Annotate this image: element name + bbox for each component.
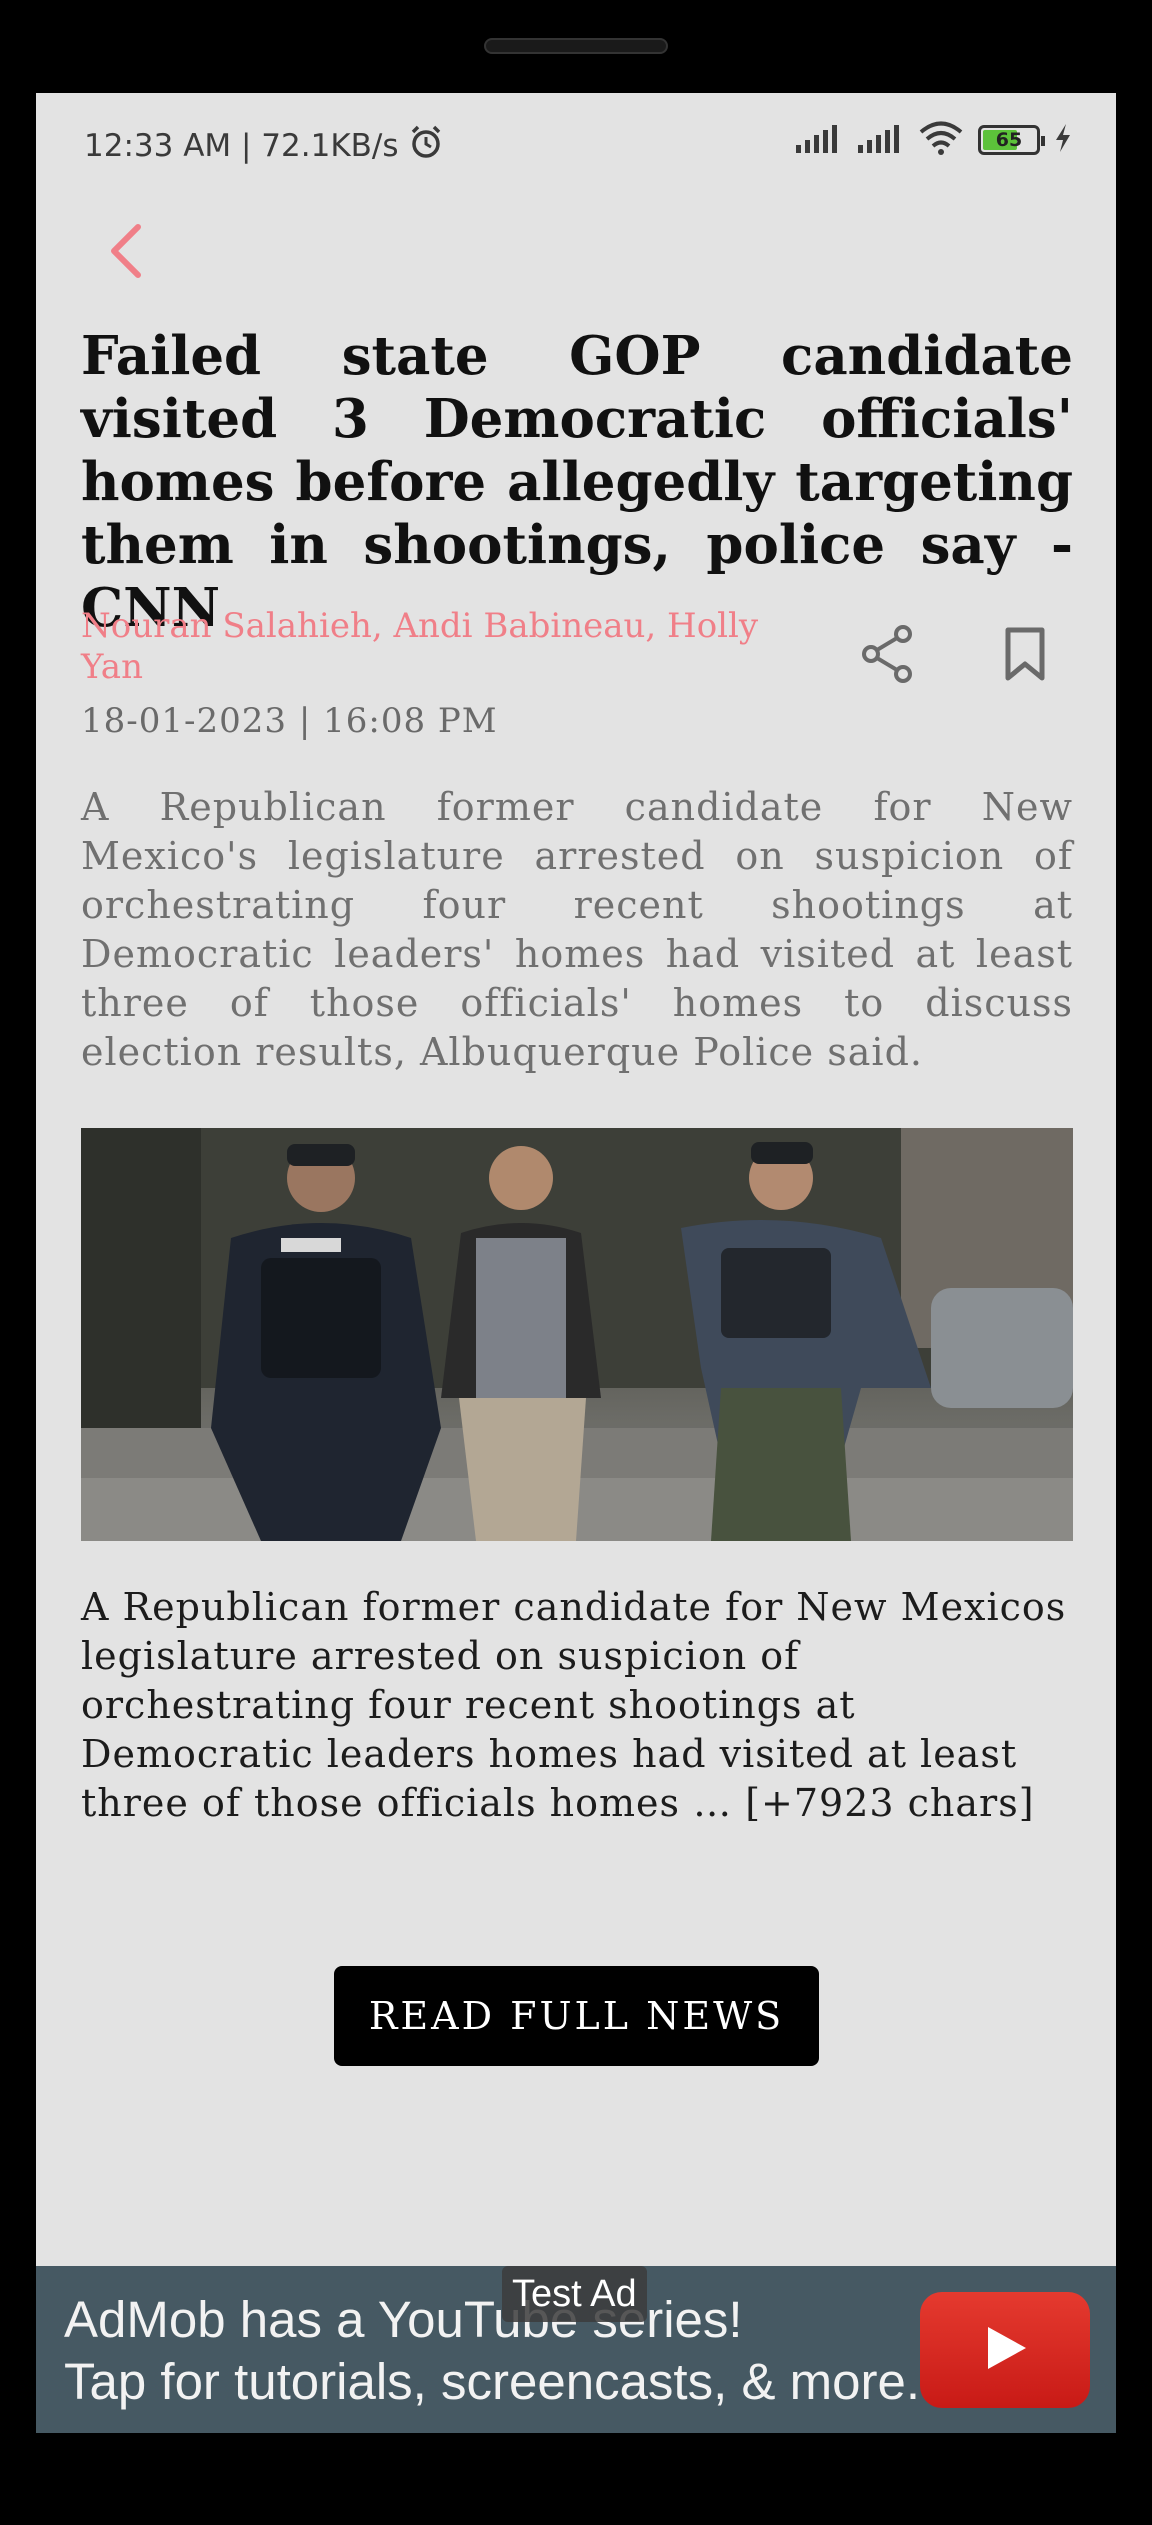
article-image: [81, 1128, 1073, 1541]
status-time: 12:33 AM | 72.1KB/s: [84, 123, 445, 169]
share-button[interactable]: [852, 621, 922, 691]
phone-speaker: [484, 38, 668, 54]
article-date: 18-01-2023 | 16:08 PM: [81, 701, 498, 741]
article-title: Failed state GOP candidate visited 3 Dem…: [81, 325, 1073, 639]
play-icon: [980, 2323, 1030, 2377]
bookmark-button[interactable]: [990, 621, 1060, 691]
status-bar: 12:33 AM | 72.1KB/s 65: [36, 93, 1116, 193]
article-summary: A Republican former candidate for New Me…: [81, 785, 1073, 1074]
chevron-left-icon: [104, 221, 148, 285]
phone-frame: 12:33 AM | 72.1KB/s 65 Failed state GOP …: [0, 0, 1152, 2525]
bookmark-icon: [1003, 626, 1047, 686]
ad-line2: Tap for tutorials, screencasts, & more.: [64, 2353, 920, 2410]
read-full-news-button[interactable]: READ FULL NEWS: [334, 1966, 819, 2066]
signal-icon-2: [856, 123, 904, 157]
battery-level: 65: [995, 129, 1023, 151]
ad-banner[interactable]: AdMob has a YouTube series! Tap for tuto…: [36, 2266, 1116, 2433]
status-time-text: 12:33 AM | 72.1KB/s: [84, 128, 399, 164]
article-content: A Republican former candidate for New Me…: [81, 1585, 1067, 1825]
battery-icon: 65: [978, 125, 1045, 155]
charging-icon: [1054, 123, 1072, 157]
app-screen: 12:33 AM | 72.1KB/s 65 Failed state GOP …: [36, 93, 1116, 2433]
status-icons: 65: [794, 121, 1072, 159]
back-button[interactable]: [86, 213, 166, 293]
test-ad-label: Test Ad: [502, 2266, 647, 2322]
youtube-play-button[interactable]: [920, 2292, 1090, 2408]
signal-icon: [794, 123, 842, 157]
wifi-icon: [918, 121, 964, 159]
share-icon: [859, 624, 915, 688]
alarm-icon: [407, 123, 445, 169]
article-authors: Nouran Salahieh, Andi Babineau, Holly Ya…: [81, 606, 759, 687]
